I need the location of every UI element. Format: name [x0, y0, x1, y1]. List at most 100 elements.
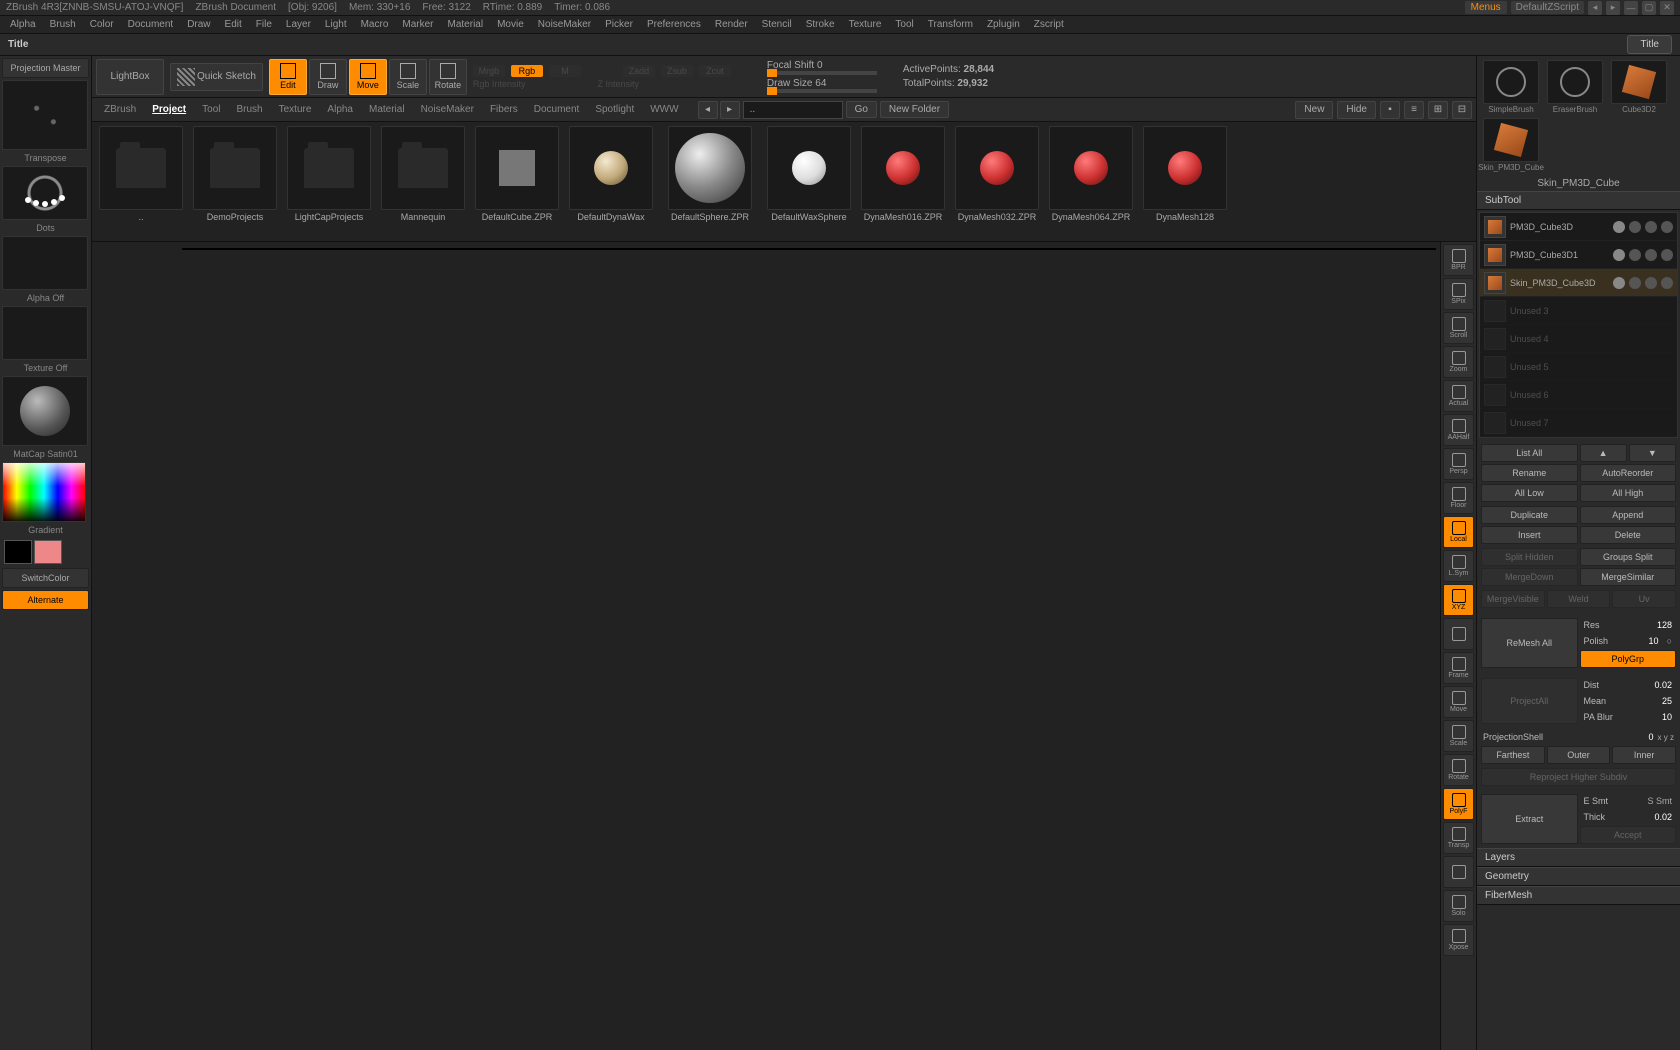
tab-brush[interactable]: Brush — [229, 101, 271, 118]
thumb-item[interactable]: DefaultWaxSphere — [764, 126, 854, 237]
arrow-up-icon[interactable]: ▲ — [1580, 444, 1627, 462]
switch-color-button[interactable]: SwitchColor — [2, 568, 89, 588]
tab-alpha[interactable]: Alpha — [319, 101, 361, 118]
menu-material[interactable]: Material — [442, 17, 490, 32]
menu-draw[interactable]: Draw — [181, 17, 216, 32]
all-high-button[interactable]: All High — [1580, 484, 1677, 502]
thumb-item[interactable]: DynaMesh016.ZPR — [858, 126, 948, 237]
rail-xyz[interactable]: XYZ — [1443, 584, 1474, 616]
menu-macro[interactable]: Macro — [355, 17, 395, 32]
subtool-mode-icon[interactable] — [1645, 221, 1657, 233]
subtool-row[interactable]: PM3D_Cube3D — [1480, 213, 1677, 241]
view-1-icon[interactable]: ▪ — [1380, 101, 1400, 119]
subtool-row[interactable]: Unused 5 — [1480, 353, 1677, 381]
remesh-all-button[interactable]: ReMesh All — [1481, 618, 1578, 668]
projection-master-button[interactable]: Projection Master — [2, 58, 89, 78]
menu-render[interactable]: Render — [709, 17, 754, 32]
rail-floor[interactable]: Floor — [1443, 482, 1474, 514]
subtool-mode-icon[interactable] — [1661, 221, 1673, 233]
path-field[interactable]: .. — [743, 101, 843, 119]
menu-noisemaker[interactable]: NoiseMaker — [532, 17, 597, 32]
view-2-icon[interactable]: ≡ — [1404, 101, 1424, 119]
subtool-mode-icon[interactable] — [1629, 277, 1641, 289]
all-low-button[interactable]: All Low — [1481, 484, 1578, 502]
quick-sketch-button[interactable]: Quick Sketch — [170, 63, 263, 91]
reproject-button[interactable]: Reproject Higher Subdiv — [1481, 768, 1676, 786]
nav-fwd-icon[interactable]: ▸ — [720, 101, 740, 119]
rename-button[interactable]: Rename — [1481, 464, 1578, 482]
rail-blank[interactable] — [1443, 618, 1474, 650]
menu-brush[interactable]: Brush — [44, 17, 82, 32]
draw-button[interactable]: Draw — [309, 59, 347, 95]
rail-persp[interactable]: Persp — [1443, 448, 1474, 480]
go-button[interactable]: Go — [846, 101, 877, 118]
geometry-header[interactable]: Geometry — [1477, 867, 1680, 886]
subtool-row[interactable]: Unused 6 — [1480, 381, 1677, 409]
menu-marker[interactable]: Marker — [396, 17, 439, 32]
tab-project[interactable]: Project — [144, 101, 194, 118]
scale-button[interactable]: Scale — [389, 59, 427, 95]
subtool-row[interactable]: Unused 4 — [1480, 325, 1677, 353]
subtool-row[interactable]: Skin_PM3D_Cube3D — [1480, 269, 1677, 297]
new-folder-button[interactable]: New Folder — [880, 101, 949, 118]
eye-icon[interactable] — [1613, 221, 1625, 233]
thumb-item[interactable]: .. — [96, 126, 186, 237]
m-toggle[interactable]: M — [549, 65, 581, 77]
rail-xpose[interactable]: Xpose — [1443, 924, 1474, 956]
split-hidden-button[interactable]: Split Hidden — [1481, 548, 1578, 566]
rail-actual[interactable]: Actual — [1443, 380, 1474, 412]
polygrp-button[interactable]: PolyGrp — [1580, 650, 1677, 668]
fibermesh-header[interactable]: FiberMesh — [1477, 886, 1680, 905]
view-4-icon[interactable]: ⊟ — [1452, 101, 1472, 119]
rail-rotate[interactable]: Rotate — [1443, 754, 1474, 786]
menu-alpha[interactable]: Alpha — [4, 17, 42, 32]
zcut-toggle[interactable]: Zcut — [699, 65, 731, 77]
swatch-alt[interactable] — [34, 540, 62, 564]
tab-spotlight[interactable]: Spotlight — [587, 101, 642, 118]
menus-button[interactable]: Menus — [1465, 1, 1507, 14]
subtool-mode-icon[interactable] — [1661, 249, 1673, 261]
transpose-thumb[interactable] — [2, 80, 88, 150]
rail-spix[interactable]: SPix — [1443, 278, 1474, 310]
rail-bpr[interactable]: BPR — [1443, 244, 1474, 276]
viewport[interactable]: Boolean Operations used with Colour + Ma… — [182, 248, 1436, 250]
uv-button[interactable]: Uv — [1612, 590, 1676, 608]
menu-picker[interactable]: Picker — [599, 17, 639, 32]
tab-document[interactable]: Document — [526, 101, 588, 118]
subtool-row[interactable]: Unused 3 — [1480, 297, 1677, 325]
subtool-mode-icon[interactable] — [1645, 249, 1657, 261]
tool-thumb[interactable]: EraserBrush — [1545, 60, 1605, 114]
subtool-mode-icon[interactable] — [1629, 221, 1641, 233]
stroke-thumb[interactable] — [2, 166, 88, 220]
weld-button[interactable]: Weld — [1547, 590, 1611, 608]
menu-preferences[interactable]: Preferences — [641, 17, 707, 32]
rail-polyf[interactable]: PolyF — [1443, 788, 1474, 820]
mrgb-toggle[interactable]: Mrgb — [473, 65, 505, 77]
menu-light[interactable]: Light — [319, 17, 353, 32]
merge-similar-button[interactable]: MergeSimilar — [1580, 568, 1677, 586]
thumb-item[interactable]: DefaultDynaWax — [566, 126, 656, 237]
thumb-item[interactable]: DemoProjects — [190, 126, 280, 237]
zsub-toggle[interactable]: Zsub — [661, 65, 693, 77]
eye-icon[interactable] — [1613, 249, 1625, 261]
extract-button[interactable]: Extract — [1481, 794, 1578, 844]
merge-visible-button[interactable]: MergeVisible — [1481, 590, 1545, 608]
subtool-row[interactable]: PM3D_Cube3D1 — [1480, 241, 1677, 269]
tab-fibers[interactable]: Fibers — [482, 101, 526, 118]
insert-button[interactable]: Insert — [1481, 526, 1578, 544]
rail-scale[interactable]: Scale — [1443, 720, 1474, 752]
subtool-header[interactable]: SubTool — [1477, 191, 1680, 210]
menu-texture[interactable]: Texture — [843, 17, 888, 32]
eye-icon[interactable] — [1613, 277, 1625, 289]
menu-stencil[interactable]: Stencil — [756, 17, 798, 32]
tool-thumb[interactable]: SimpleBrush — [1481, 60, 1541, 114]
title-button[interactable]: Title — [1627, 35, 1672, 54]
rotate-button[interactable]: Rotate — [429, 59, 467, 95]
alternate-button[interactable]: Alternate — [2, 590, 89, 610]
thumb-item[interactable]: Mannequin — [378, 126, 468, 237]
accept-button[interactable]: Accept — [1580, 826, 1677, 844]
thumb-item[interactable]: DefaultCube.ZPR — [472, 126, 562, 237]
collapse-right-icon[interactable]: ▸ — [1606, 1, 1620, 15]
collapse-left-icon[interactable]: ◂ — [1588, 1, 1602, 15]
subtool-row[interactable]: Unused 7 — [1480, 409, 1677, 437]
